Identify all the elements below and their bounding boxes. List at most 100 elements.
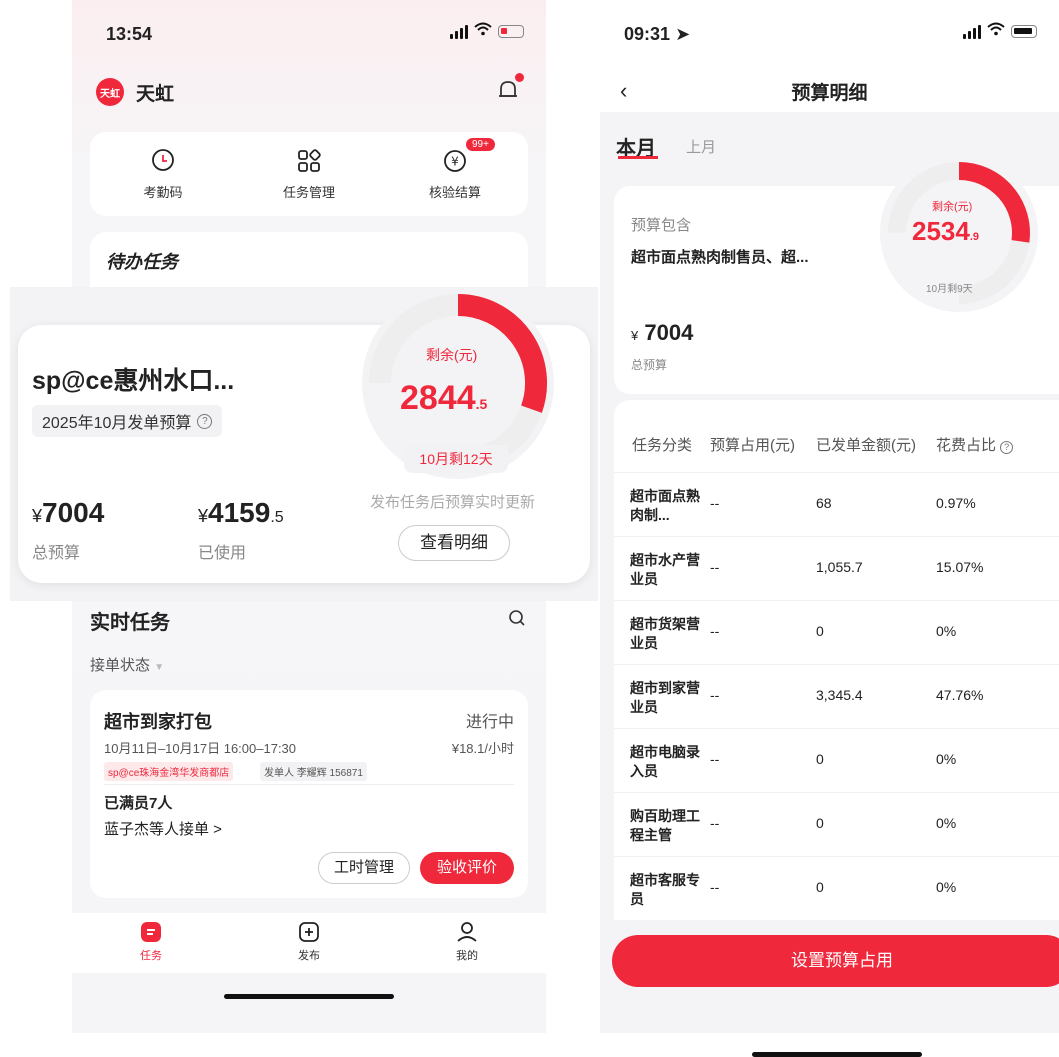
category-cell: 超市到家营业员	[630, 680, 700, 715]
budget-period-text: 2025年10月发单预算	[42, 415, 192, 432]
total-amount-value: 7004	[42, 497, 105, 528]
remaining-label: 剩余(元)	[426, 347, 478, 363]
signal-icon	[963, 24, 981, 39]
tab-tasks[interactable]: 任务	[106, 913, 196, 973]
wifi-icon	[987, 22, 1005, 41]
total-budget: ¥ 7004	[631, 320, 693, 346]
realtime-title: 实时任务	[90, 612, 170, 634]
category-cell: 超市货架营业员	[630, 616, 700, 651]
budget-period-tag[interactable]: 2025年10月发单预算?	[32, 405, 223, 437]
tab-publish[interactable]: 发布	[264, 913, 354, 973]
spend-ratio-cell: 47.76%	[936, 687, 984, 703]
grid-icon	[298, 148, 321, 172]
battery-icon	[1011, 25, 1037, 38]
budget-detail-table: 任务分类 预算占用(元) 已发单金额(元) 花费占比 ? 超市面点熟肉制... -…	[614, 400, 1059, 920]
spend-ratio-cell: 15.07%	[936, 559, 984, 575]
budget-occupy-cell: --	[710, 751, 720, 767]
quick-attendance-code[interactable]: 考勤码	[108, 148, 218, 201]
badge-count: 99+	[466, 137, 495, 151]
plus-square-icon	[299, 922, 319, 942]
quick-label: 核验结算	[428, 184, 481, 200]
issued-amount-cell: 0	[816, 815, 824, 831]
view-detail-button[interactable]: 查看明细	[398, 525, 510, 561]
spend-ratio-cell: 0%	[936, 879, 957, 895]
task-card[interactable]: 超市到家打包 进行中 10月11日–10月17日 16:00–17:30 ¥18…	[90, 690, 528, 898]
live-update-note: 发布任务后预算实时更新	[370, 494, 536, 511]
table-row: 超市电脑录入员 -- 0 0%	[614, 728, 1059, 792]
filter-label: 接单状态	[90, 657, 151, 674]
quick-task-management[interactable]: 任务管理	[254, 148, 364, 201]
column-header: 已发单金额(元)	[816, 437, 916, 454]
brand: 天虹 天虹	[96, 78, 174, 106]
task-status: 进行中	[465, 714, 514, 731]
category-cell: 超市客服专员	[630, 872, 700, 907]
user-icon	[457, 922, 477, 942]
home-indicator	[224, 994, 394, 999]
table-row: 超市到家营业员 -- 3,345.4 47.76%	[614, 664, 1059, 728]
category-cell: 购百助理工程主管	[630, 808, 700, 843]
help-icon[interactable]: ?	[197, 413, 213, 429]
status-bar: 13:54	[72, 18, 546, 48]
days-left: 10月剩12天	[404, 445, 508, 473]
table-row: 超市水产营业员 -- 1,055.7 15.07%	[614, 536, 1059, 600]
remaining-int: 2844	[400, 379, 476, 417]
task-accepted-link[interactable]: 蓝子杰等人接单 >	[104, 818, 222, 839]
chevron-down-icon: ▼	[154, 662, 165, 673]
yen-icon: ¥	[444, 149, 466, 172]
issued-amount-cell: 0	[816, 879, 824, 895]
task-time: 10月11日–10月17日 16:00–17:30	[104, 741, 297, 756]
used-label: 已使用	[198, 545, 247, 562]
svg-text:¥: ¥	[451, 154, 459, 168]
acceptance-review-button[interactable]: 验收评价	[420, 852, 514, 884]
category-cell: 超市面点熟肉制...	[630, 488, 700, 523]
issued-amount-cell: 3,345.4	[816, 687, 863, 703]
search-icon[interactable]	[508, 609, 526, 627]
header: 09:31 ➤ ‹ 预算明细	[600, 0, 1059, 112]
total-budget-label: 总预算	[32, 545, 81, 562]
currency-symbol: ¥	[198, 506, 209, 526]
issued-amount-cell: 1,055.7	[816, 559, 863, 575]
status-filter[interactable]: 接单状态 ▼	[90, 654, 164, 675]
quick-label: 任务管理	[282, 184, 335, 200]
task-icon	[141, 922, 161, 942]
budget-occupy-cell: --	[710, 687, 720, 703]
task-publisher-tag: 发单人 李耀辉 156871	[260, 762, 367, 781]
budget-occupy-cell: --	[710, 815, 720, 831]
total-budget-label: 总预算	[631, 358, 668, 372]
tab-last-month[interactable]: 上月	[686, 136, 716, 157]
tab-label: 我的	[456, 950, 478, 962]
status-time-text: 09:31	[624, 24, 671, 44]
currency-symbol: ¥	[631, 328, 639, 343]
divider	[104, 784, 514, 785]
tab-me[interactable]: 我的	[422, 913, 512, 973]
bell-icon[interactable]	[496, 73, 524, 102]
notification-dot	[515, 73, 524, 82]
days-left: 10月剩9天	[926, 284, 973, 295]
issued-amount-cell: 0	[816, 751, 824, 767]
spend-ratio-cell: 0%	[936, 623, 957, 639]
quick-actions: 考勤码 任务管理 ¥ 99+ 核验结算	[90, 132, 528, 216]
remaining-int: 2534	[912, 216, 970, 246]
remaining-dec: .5	[475, 396, 488, 412]
brand-name: 天虹	[136, 83, 175, 105]
quick-label: 考勤码	[143, 184, 183, 200]
hours-management-button[interactable]: 工时管理	[318, 852, 410, 884]
budget-occupy-cell: --	[710, 559, 720, 575]
page-title: 预算明细	[791, 83, 868, 104]
budget-occupy-cell: --	[710, 495, 720, 511]
quick-settlement[interactable]: ¥ 99+ 核验结算	[400, 137, 510, 201]
issued-amount-cell: 68	[816, 495, 832, 511]
table-row: 超市面点熟肉制... -- 68 0.97%	[614, 472, 1059, 536]
spend-ratio-cell: 0.97%	[936, 495, 976, 511]
includes-label: 预算包含	[631, 217, 692, 234]
tab-label: 发布	[298, 950, 320, 962]
spend-ratio-cell: 0%	[936, 751, 957, 767]
budget-occupy-cell: --	[710, 879, 720, 895]
set-budget-occupation-button[interactable]: 设置预算占用	[612, 935, 1059, 987]
todo-title: 待办任务	[106, 252, 178, 272]
help-icon[interactable]: ?	[1000, 441, 1014, 454]
task-rate: ¥18.1/小时	[451, 741, 514, 756]
status-time: 09:31 ➤	[624, 24, 690, 45]
right-phone-screen: 09:31 ➤ ‹ 预算明细 本月 上月 预算包含 超市面点熟肉制售员、超...…	[600, 0, 1059, 1057]
category-cell: 超市电脑录入员	[630, 744, 700, 779]
